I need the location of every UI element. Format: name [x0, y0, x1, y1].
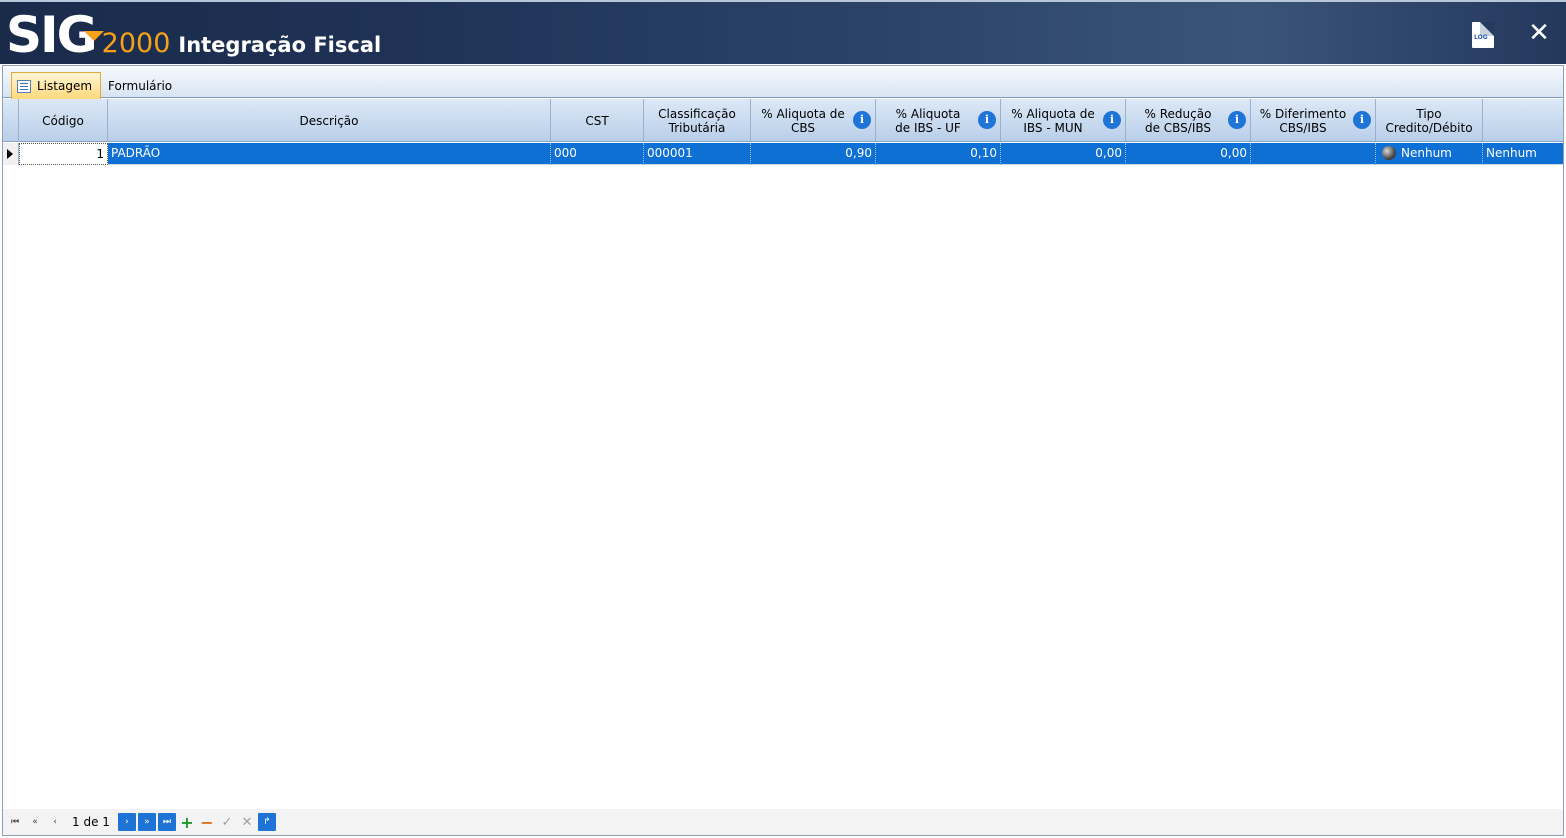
tab-label: Formulário — [108, 78, 173, 93]
first-record-button[interactable]: ⏮ — [6, 813, 24, 831]
record-navigator: ⏮ « ‹ 1 de 1 › » ⏭ + − ✓ ✕ ↱ — [3, 809, 1563, 835]
info-icon[interactable]: i — [1103, 111, 1121, 129]
post-edit-button[interactable]: ✓ — [218, 813, 236, 831]
header-diferimento[interactable]: % Diferimento CBS/IBS i — [1251, 99, 1376, 142]
header-codigo[interactable]: Código — [19, 99, 108, 142]
tab-listagem[interactable]: Listagem — [11, 72, 101, 99]
header-aliquota-ibs-mun[interactable]: % Aliquota de IBS - MUN i — [1001, 99, 1126, 142]
header-reducao[interactable]: % Redução de CBS/IBS i — [1126, 99, 1251, 142]
cell-extra[interactable]: Nenhum — [1483, 143, 1563, 165]
header-label: % Redução de CBS/IBS — [1144, 106, 1212, 135]
app-logo: SIG 2000 Integração Fiscal — [6, 4, 381, 62]
header-label: Classificação Tributária — [658, 106, 736, 135]
cell-codigo[interactable]: 1 — [19, 143, 108, 165]
info-icon[interactable]: i — [1228, 111, 1246, 129]
info-icon[interactable]: i — [1353, 111, 1371, 129]
cell-classificacao[interactable]: 000001 — [644, 143, 751, 165]
delete-record-button[interactable]: − — [198, 813, 216, 832]
globe-icon — [1382, 146, 1396, 160]
cell-aliquota-ibs-uf[interactable]: 0,10 — [876, 143, 1001, 165]
cell-reducao[interactable]: 0,00 — [1126, 143, 1251, 165]
header-label: % Aliquota de IBS - MUN — [1011, 106, 1095, 135]
log-file-icon[interactable]: LOG — [1472, 22, 1494, 48]
cell-tipo[interactable]: Nenhum — [1376, 143, 1483, 165]
header-classificacao[interactable]: Classificação Tributária — [644, 99, 751, 142]
table-row[interactable]: 1 PADRÃO 000 000001 0,90 0,10 0,00 0,00 … — [3, 143, 1563, 165]
info-icon[interactable]: i — [978, 111, 996, 129]
logo-sig: SIG — [6, 6, 98, 64]
insert-record-button[interactable]: + — [178, 813, 196, 832]
main-panel: Listagem Formulário Código Descrição CST… — [2, 65, 1564, 836]
close-icon[interactable]: ✕ — [1526, 18, 1552, 48]
cell-tipo-value: Nenhum — [1401, 146, 1452, 160]
next-record-button[interactable]: › — [117, 813, 136, 831]
row-indicator — [3, 143, 19, 165]
log-icon-label: LOG — [1474, 34, 1488, 41]
header-tipo[interactable]: Tipo Credito/Débito — [1376, 99, 1483, 142]
header-label: % Aliquota de IBS - UF — [895, 106, 961, 135]
tab-formulario[interactable]: Formulário — [103, 72, 177, 99]
header-aliquota-cbs[interactable]: % Aliquota de CBS i — [751, 99, 876, 142]
refresh-button[interactable]: ↱ — [257, 813, 276, 831]
cell-aliquota-cbs[interactable]: 0,90 — [751, 143, 876, 165]
header-label: % Aliquota de CBS — [761, 106, 845, 135]
header-extra — [1483, 99, 1563, 142]
header-cst[interactable]: CST — [551, 99, 644, 142]
tab-label: Listagem — [37, 79, 93, 93]
title-bar: SIG 2000 Integração Fiscal LOG ✕ — [0, 0, 1566, 64]
header-label: Código — [42, 113, 84, 128]
cell-diferimento[interactable] — [1251, 143, 1376, 165]
record-info: 1 de 1 — [72, 815, 110, 829]
last-record-button[interactable]: ⏭ — [157, 813, 176, 831]
cell-descricao[interactable]: PADRÃO — [108, 143, 551, 165]
window-title: Integração Fiscal — [178, 33, 382, 57]
header-label: Tipo Credito/Débito — [1385, 106, 1473, 135]
cell-aliquota-ibs-mun[interactable]: 0,00 — [1001, 143, 1126, 165]
header-indicator — [3, 99, 19, 142]
next-page-button[interactable]: » — [137, 813, 156, 831]
grid-header: Código Descrição CST Classificação Tribu… — [3, 99, 1563, 142]
header-label: Descrição — [299, 113, 359, 128]
tab-bar: Listagem Formulário — [3, 68, 1563, 99]
info-icon[interactable]: i — [853, 111, 871, 129]
cell-cst[interactable]: 000 — [551, 143, 644, 165]
header-label: % Diferimento CBS/IBS — [1259, 106, 1347, 135]
list-icon — [17, 79, 31, 93]
prior-page-button[interactable]: « — [26, 813, 44, 831]
cancel-edit-button[interactable]: ✕ — [238, 813, 256, 831]
logo-number: 2000 — [101, 28, 171, 59]
header-label: CST — [585, 113, 609, 128]
logo-arrow-icon — [84, 31, 104, 41]
header-descricao[interactable]: Descrição — [108, 99, 551, 142]
header-aliquota-ibs-uf[interactable]: % Aliquota de IBS - UF i — [876, 99, 1001, 142]
prior-record-button[interactable]: ‹ — [46, 813, 64, 831]
